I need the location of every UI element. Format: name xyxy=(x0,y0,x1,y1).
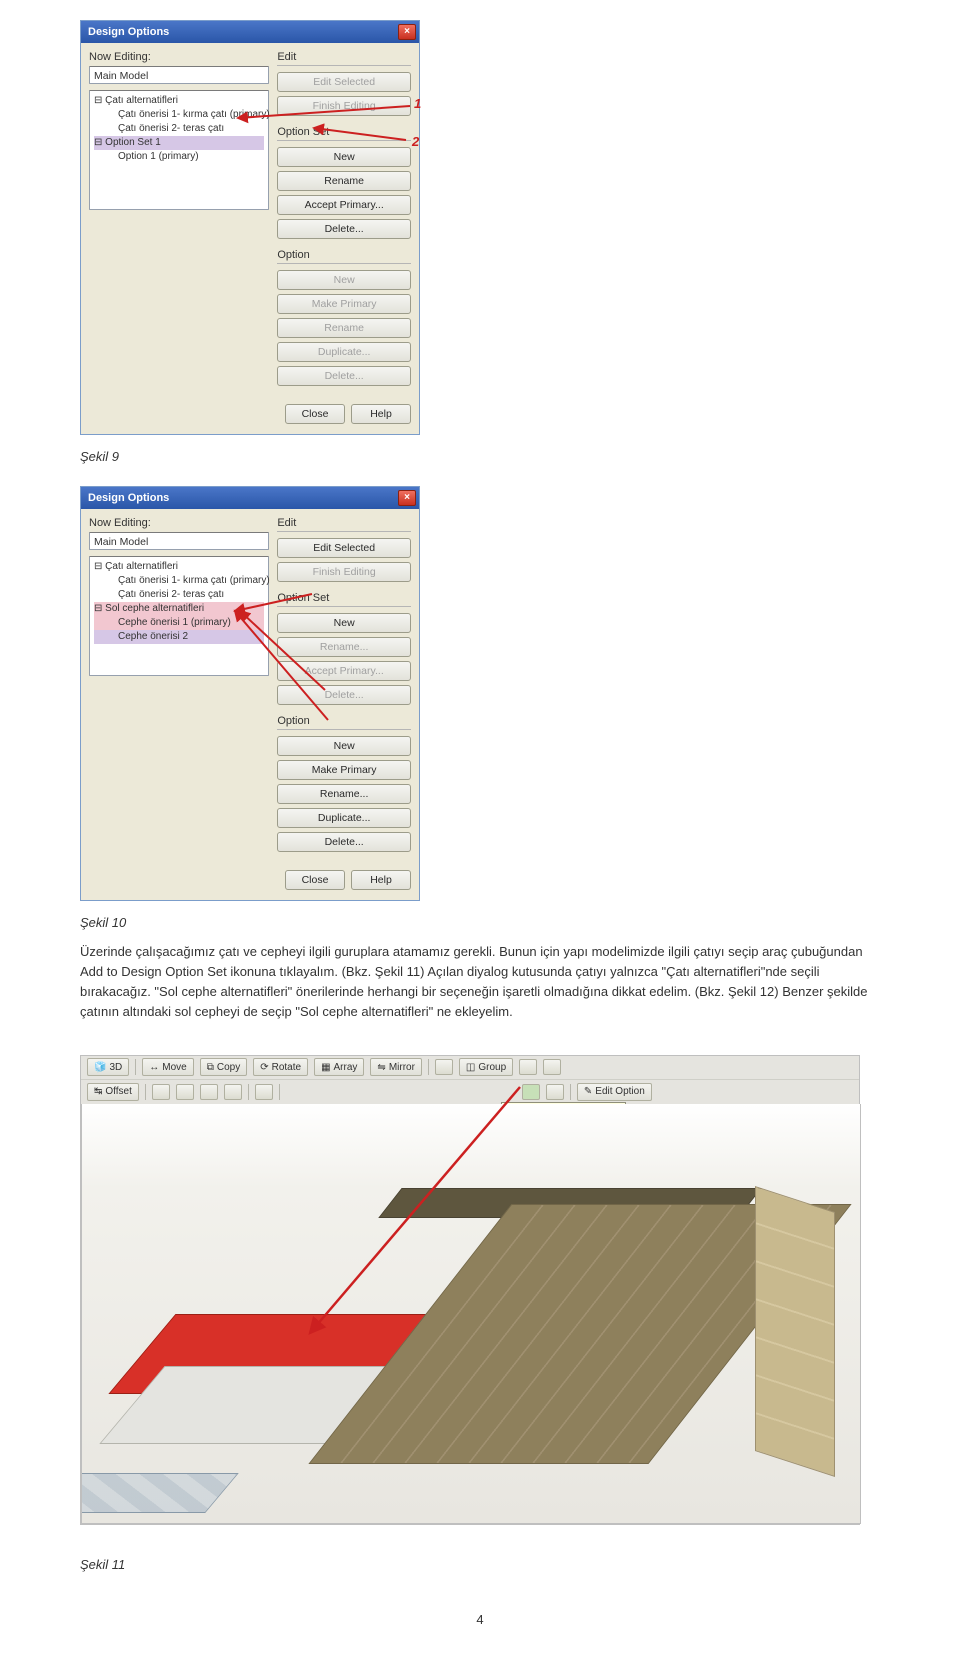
tool-icon[interactable] xyxy=(152,1084,170,1100)
edit-group-label: Edit xyxy=(277,517,411,532)
optionset-accept-button[interactable]: Accept Primary... xyxy=(277,195,411,215)
finish-editing-button[interactable]: Finish Editing xyxy=(277,96,411,116)
tree-group[interactable]: ⊟ Çatı alternatifleri xyxy=(94,94,264,108)
optionset-rename-button[interactable]: Rename xyxy=(277,171,411,191)
body-paragraph: Üzerinde çalışacağımız çatı ve cepheyi i… xyxy=(80,942,880,1023)
canopy xyxy=(81,1473,239,1513)
copy-button[interactable]: ⧉ Copy xyxy=(200,1058,248,1076)
tool-icon[interactable] xyxy=(519,1059,537,1075)
option-makeprimary-button[interactable]: Make Primary xyxy=(277,294,411,314)
figure-caption: Şekil 9 xyxy=(80,449,880,464)
option-delete-button[interactable]: Delete... xyxy=(277,366,411,386)
threeD-button[interactable]: 🧊 3D xyxy=(87,1058,129,1076)
tool-icon[interactable] xyxy=(224,1084,242,1100)
group-button[interactable]: ◫ Group xyxy=(459,1058,513,1076)
close-button[interactable]: Close xyxy=(285,870,345,890)
option-group-label: Option xyxy=(277,249,411,264)
close-icon[interactable]: × xyxy=(398,24,416,40)
tree-item[interactable]: Option 1 (primary) xyxy=(94,150,264,164)
tool-icon[interactable] xyxy=(255,1084,273,1100)
options-tree[interactable]: ⊟ Çatı alternatifleri Çatı önerisi 1- kı… xyxy=(89,90,269,210)
move-button[interactable]: ↔ Move xyxy=(142,1058,193,1076)
tool-icon[interactable] xyxy=(543,1059,561,1075)
optionset-new-button[interactable]: New xyxy=(277,613,411,633)
tree-item[interactable]: Cephe önerisi 1 (primary) xyxy=(94,616,264,630)
design-options-dialog-2: Design Options × Now Editing: Main Model… xyxy=(80,486,420,901)
figure-caption: Şekil 11 xyxy=(80,1557,880,1572)
tree-group-highlighted[interactable]: ⊟ Sol cephe alternatifleri xyxy=(94,602,264,616)
dialog-title: Design Options xyxy=(84,492,398,504)
toolbar-row-1: 🧊 3D ↔ Move ⧉ Copy ⟳ Rotate ▦ Array ⇋ Mi… xyxy=(81,1056,859,1080)
close-button[interactable]: Close xyxy=(285,404,345,424)
edit-option-button[interactable]: ✎ Edit Option xyxy=(577,1083,652,1101)
option-delete-button[interactable]: Delete... xyxy=(277,832,411,852)
offset-button[interactable]: ↹ Offset xyxy=(87,1083,139,1101)
now-editing-label: Now Editing: xyxy=(89,517,269,529)
option-group-label: Option xyxy=(277,715,411,730)
revit-toolbar-screenshot: 🧊 3D ↔ Move ⧉ Copy ⟳ Rotate ▦ Array ⇋ Mi… xyxy=(80,1055,860,1525)
finish-editing-button[interactable]: Finish Editing xyxy=(277,562,411,582)
annotation-badge-2: 2 xyxy=(412,134,419,149)
tree-group-selected[interactable]: ⊟ Option Set 1 xyxy=(94,136,264,150)
design-options-dialog-1: Design Options × Now Editing: Main Model… xyxy=(80,20,420,435)
optionset-group-label: Option Set xyxy=(277,592,411,607)
option-makeprimary-button[interactable]: Make Primary xyxy=(277,760,411,780)
figure-caption: Şekil 10 xyxy=(80,915,880,930)
main-building xyxy=(410,1164,830,1484)
option-duplicate-button[interactable]: Duplicate... xyxy=(277,342,411,362)
now-editing-label: Now Editing: xyxy=(89,51,269,63)
titlebar: Design Options × xyxy=(81,21,419,43)
titlebar: Design Options × xyxy=(81,487,419,509)
help-button[interactable]: Help xyxy=(351,870,411,890)
tool-icon[interactable] xyxy=(176,1084,194,1100)
add-to-design-option-set-icon[interactable] xyxy=(522,1084,540,1100)
tree-group[interactable]: ⊟ Çatı alternatifleri xyxy=(94,560,264,574)
option-new-button[interactable]: New xyxy=(277,270,411,290)
tree-item[interactable]: Çatı önerisi 1- kırma çatı (primary) xyxy=(94,108,264,122)
tool-icon[interactable] xyxy=(435,1059,453,1075)
now-editing-field[interactable]: Main Model xyxy=(89,66,269,84)
toolbar-row-2: ↹ Offset ✎ Edit Option Add to Design Opt… xyxy=(81,1080,859,1104)
now-editing-field[interactable]: Main Model xyxy=(89,532,269,550)
annotation-badge-1: 1 xyxy=(414,96,421,111)
option-rename-button[interactable]: Rename xyxy=(277,318,411,338)
rotate-button[interactable]: ⟳ Rotate xyxy=(253,1058,308,1076)
optionset-rename-button[interactable]: Rename... xyxy=(277,637,411,657)
array-button[interactable]: ▦ Array xyxy=(314,1058,364,1076)
tree-item[interactable]: Çatı önerisi 2- teras çatı xyxy=(94,588,264,602)
tree-item-selected[interactable]: Cephe önerisi 2 xyxy=(94,630,264,644)
options-tree[interactable]: ⊟ Çatı alternatifleri Çatı önerisi 1- kı… xyxy=(89,556,269,676)
edit-selected-button[interactable]: Edit Selected xyxy=(277,72,411,92)
tool-icon[interactable] xyxy=(546,1084,564,1100)
viewport-3d[interactable] xyxy=(81,1104,861,1524)
close-icon[interactable]: × xyxy=(398,490,416,506)
tree-item[interactable]: Çatı önerisi 1- kırma çatı (primary) xyxy=(94,574,264,588)
edit-selected-button[interactable]: Edit Selected xyxy=(277,538,411,558)
page-number: 4 xyxy=(80,1612,880,1627)
optionset-new-button[interactable]: New xyxy=(277,147,411,167)
edit-group-label: Edit xyxy=(277,51,411,66)
option-duplicate-button[interactable]: Duplicate... xyxy=(277,808,411,828)
dialog-title: Design Options xyxy=(84,26,398,38)
option-new-button[interactable]: New xyxy=(277,736,411,756)
optionset-delete-button[interactable]: Delete... xyxy=(277,685,411,705)
help-button[interactable]: Help xyxy=(351,404,411,424)
mirror-button[interactable]: ⇋ Mirror xyxy=(370,1058,422,1076)
option-rename-button[interactable]: Rename... xyxy=(277,784,411,804)
tree-item[interactable]: Çatı önerisi 2- teras çatı xyxy=(94,122,264,136)
optionset-delete-button[interactable]: Delete... xyxy=(277,219,411,239)
tool-icon[interactable] xyxy=(200,1084,218,1100)
optionset-accept-button[interactable]: Accept Primary... xyxy=(277,661,411,681)
optionset-group-label: Option Set xyxy=(277,126,411,141)
